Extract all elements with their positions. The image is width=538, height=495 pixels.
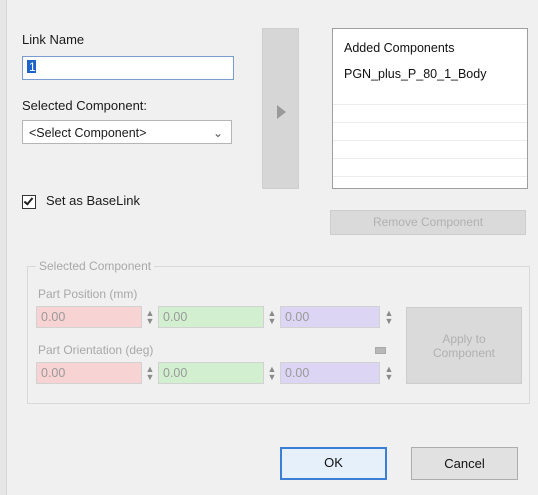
chevron-down-icon: ⌄	[212, 126, 223, 140]
window-left-edge	[0, 0, 7, 495]
orientation-x-spinner[interactable]: ▲ ▼	[145, 365, 155, 382]
part-position-label: Part Position (mm)	[38, 287, 138, 301]
link-name-input[interactable]: 1	[22, 56, 234, 80]
apply-label-line2: Component	[432, 346, 496, 360]
list-row-separator	[333, 159, 527, 177]
list-row-separator	[333, 87, 527, 105]
link-name-value: 1	[29, 60, 36, 74]
orientation-z-spinner[interactable]: ▲ ▼	[384, 365, 394, 382]
list-item[interactable]: PGN_plus_P_80_1_Body	[344, 67, 486, 81]
options-icon[interactable]	[375, 347, 386, 354]
position-z-input[interactable]: 0.00	[280, 306, 380, 328]
ok-button[interactable]: OK	[280, 447, 387, 480]
apply-to-component-button[interactable]: Apply to Component	[406, 307, 522, 384]
remove-component-button[interactable]: Remove Component	[330, 210, 526, 235]
component-dropdown[interactable]: <Select Component> ⌄	[22, 120, 232, 144]
base-link-checkbox[interactable]	[22, 195, 36, 209]
selected-component-label: Selected Component:	[22, 98, 148, 113]
add-component-button[interactable]	[262, 28, 299, 189]
component-dropdown-value: <Select Component>	[29, 126, 147, 140]
position-y-input[interactable]: 0.00	[158, 306, 264, 328]
orientation-x-input[interactable]: 0.00	[36, 362, 142, 384]
group-title: Selected Component	[36, 259, 155, 273]
position-z-spinner[interactable]: ▲ ▼	[384, 309, 394, 326]
apply-label-line1: Apply to	[442, 332, 486, 346]
list-row-separator	[333, 141, 527, 159]
cancel-button[interactable]: Cancel	[411, 447, 518, 480]
checkmark-icon	[23, 195, 34, 206]
arrow-right-icon	[277, 105, 286, 119]
added-components-list[interactable]: Added Components PGN_plus_P_80_1_Body	[332, 28, 528, 189]
added-components-header: Added Components	[344, 41, 455, 55]
list-row-separator	[333, 123, 527, 141]
position-x-input[interactable]: 0.00	[36, 306, 142, 328]
base-link-label: Set as BaseLink	[46, 193, 140, 208]
orientation-y-spinner[interactable]: ▲ ▼	[267, 365, 277, 382]
part-orientation-label: Part Orientation (deg)	[38, 343, 154, 357]
list-row-separator	[333, 105, 527, 123]
orientation-y-input[interactable]: 0.00	[158, 362, 264, 384]
link-name-label: Link Name	[22, 32, 85, 47]
position-y-spinner[interactable]: ▲ ▼	[267, 309, 277, 326]
orientation-z-input[interactable]: 0.00	[280, 362, 380, 384]
position-x-spinner[interactable]: ▲ ▼	[145, 309, 155, 326]
